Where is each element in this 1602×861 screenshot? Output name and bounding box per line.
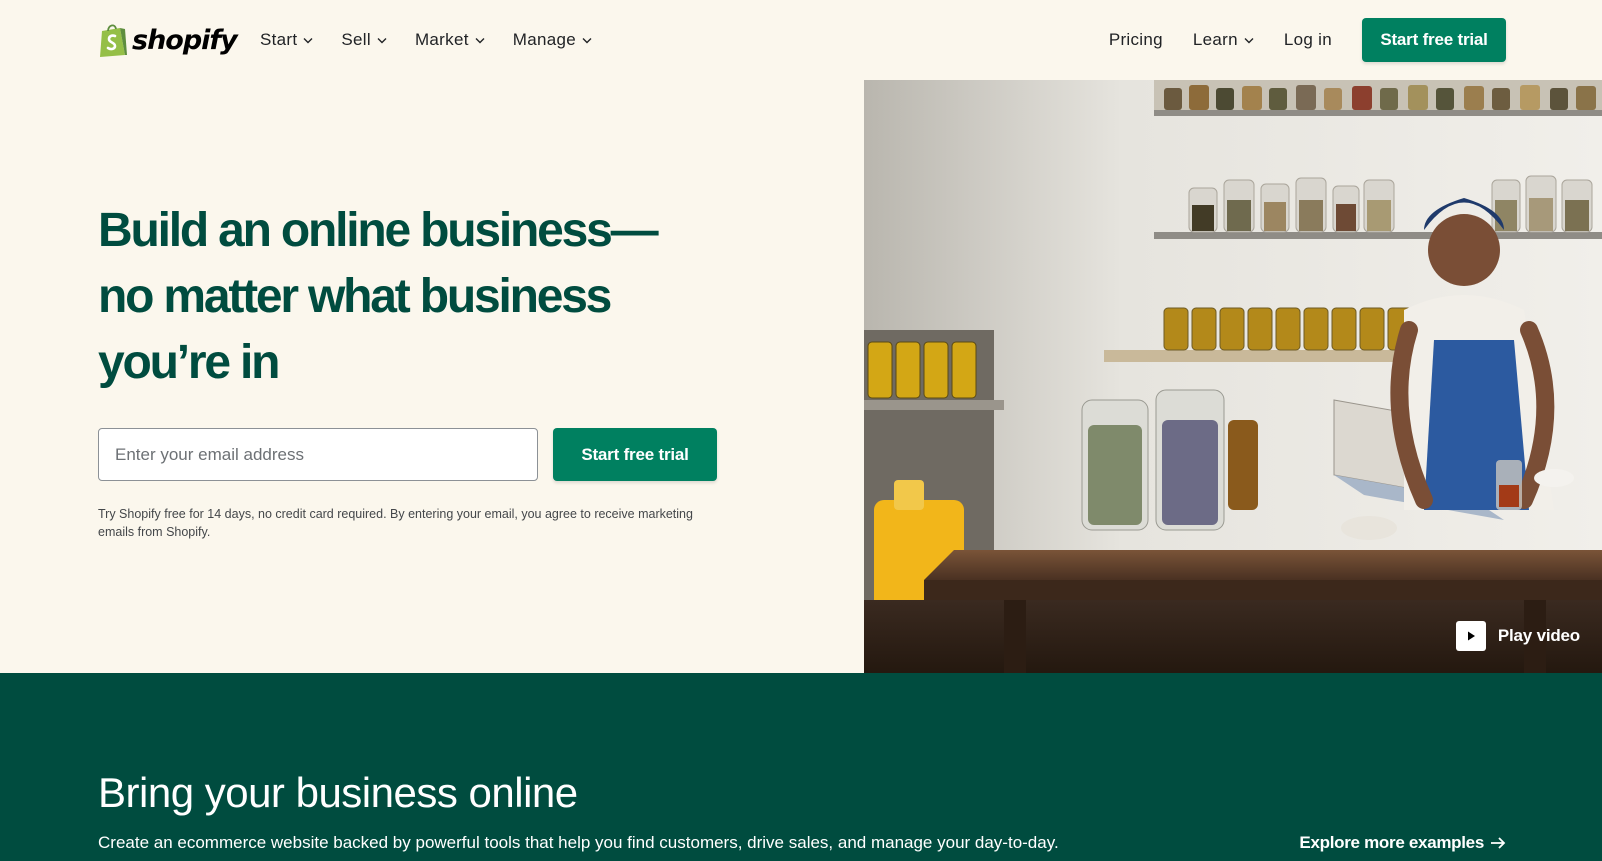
explore-more-examples-link[interactable]: Explore more examples <box>1299 833 1506 853</box>
primary-nav: Start Sell Market Manage <box>260 0 606 80</box>
hero-heading: Build an online business— no matter what… <box>98 198 738 396</box>
top-nav: shopify Start Sell Market Manage Pricing… <box>0 0 1602 80</box>
play-icon <box>1455 621 1486 651</box>
email-input[interactable] <box>98 428 538 481</box>
nav-learn-label: Learn <box>1192 30 1238 49</box>
nav-market-label: Market <box>414 30 469 49</box>
logo-wordmark: shopify <box>132 24 238 56</box>
play-video-label: Play video <box>1497 626 1580 645</box>
bring-online-section: Bring your business online Create an eco… <box>0 673 1602 861</box>
nav-login[interactable]: Log in <box>1269 20 1347 60</box>
hero-photo: Play video <box>864 80 1602 673</box>
section-heading: Bring your business online <box>98 769 578 816</box>
hero-photo-illustration <box>864 80 1602 673</box>
nav-sell-label: Sell <box>341 30 371 49</box>
nav-market[interactable]: Market <box>401 20 499 60</box>
nav-start-label: Start <box>260 30 298 49</box>
signup-disclaimer: Try Shopify free for 14 days, no credit … <box>98 507 693 539</box>
shopping-bag-icon <box>100 24 127 57</box>
arrow-right-icon <box>1491 837 1506 849</box>
hero-heading-line1: Build an online business— <box>98 204 659 257</box>
chevron-down-icon <box>377 37 387 43</box>
shopify-logo[interactable]: shopify <box>98 20 238 60</box>
chevron-down-icon <box>1244 37 1254 43</box>
signup-form: Start free trial <box>98 428 717 481</box>
nav-start[interactable]: Start <box>260 20 327 60</box>
chevron-down-icon <box>303 37 313 43</box>
nav-sell[interactable]: Sell <box>327 20 401 60</box>
chevron-down-icon <box>475 37 485 43</box>
secondary-nav: Pricing Learn Log in Start free trial <box>1094 0 1506 80</box>
hero-heading-line2: no matter what business <box>98 270 612 323</box>
nav-start-free-trial-button[interactable]: Start free trial <box>1362 18 1506 62</box>
hero-heading-line3: you’re in <box>98 336 280 389</box>
play-video-button[interactable]: Play video <box>1455 621 1580 651</box>
chevron-down-icon <box>582 37 592 43</box>
nav-pricing[interactable]: Pricing <box>1094 20 1178 60</box>
nav-manage[interactable]: Manage <box>499 20 606 60</box>
hero-start-free-trial-button[interactable]: Start free trial <box>553 428 717 481</box>
section-subtitle: Create an ecommerce website backed by po… <box>98 833 1059 852</box>
nav-learn[interactable]: Learn <box>1178 20 1269 60</box>
explore-more-examples-label: Explore more examples <box>1299 833 1484 852</box>
nav-manage-label: Manage <box>512 30 576 49</box>
